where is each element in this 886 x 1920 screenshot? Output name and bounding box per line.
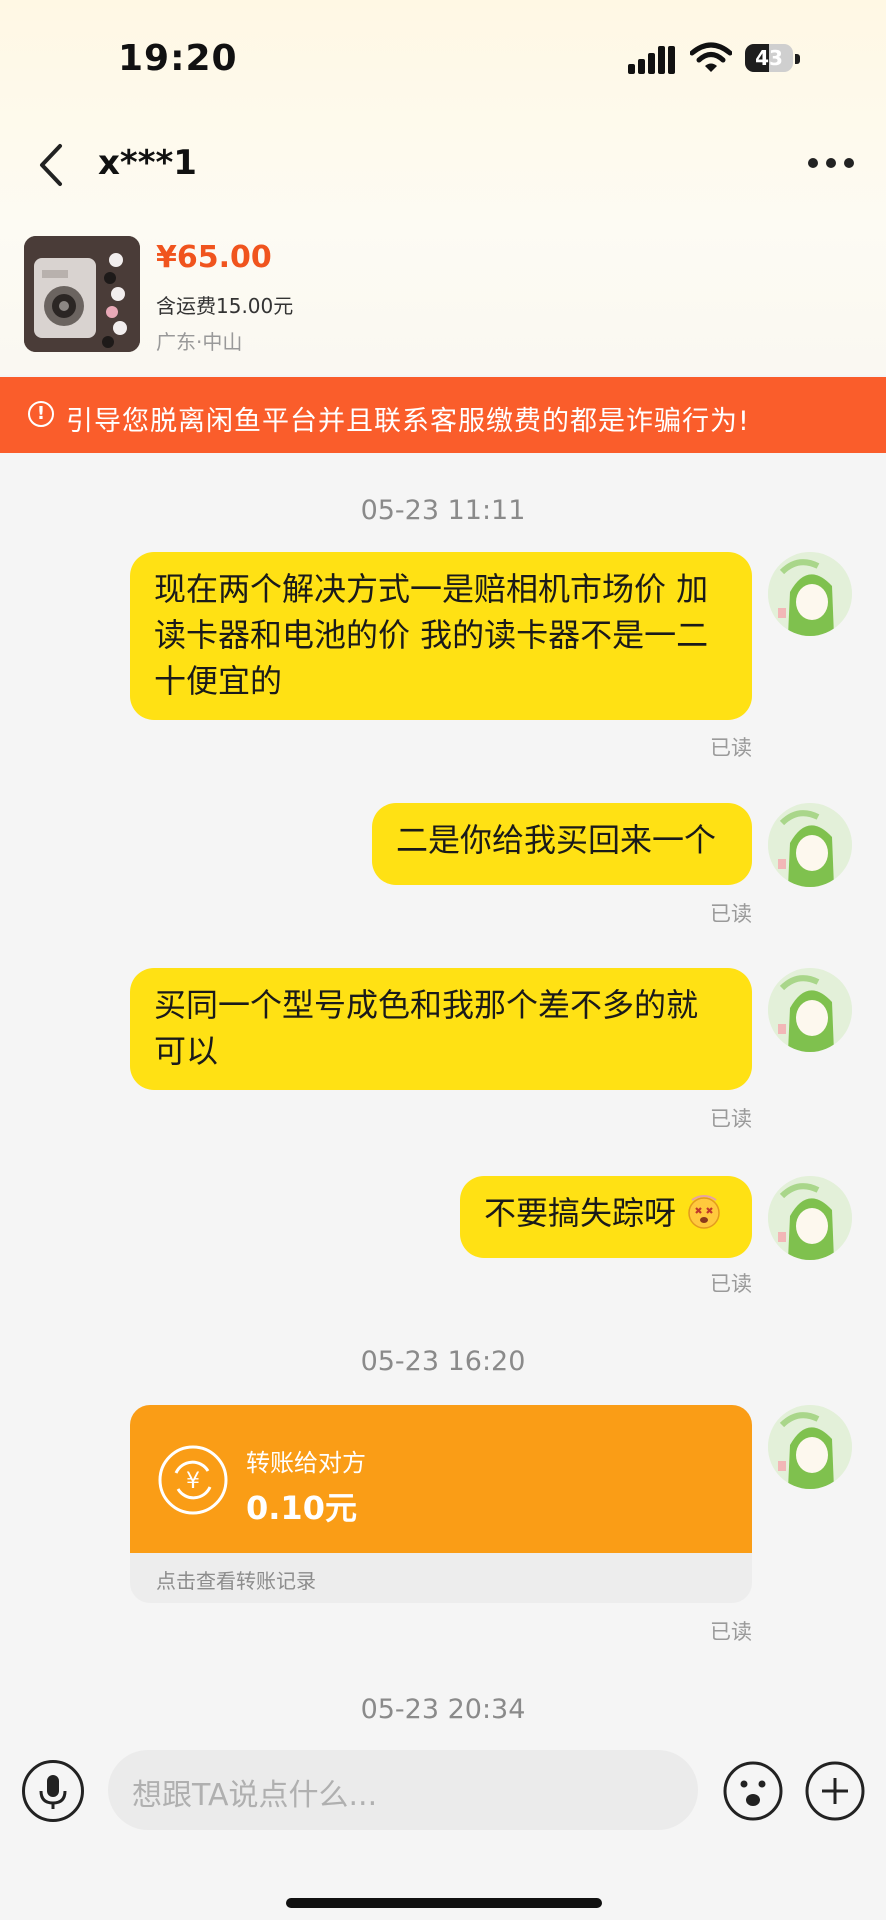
avatar[interactable]: [768, 968, 852, 1052]
transfer-record-link[interactable]: 点击查看转账记录: [156, 1565, 316, 1594]
add-icon[interactable]: [804, 1760, 866, 1822]
avatar[interactable]: [768, 552, 852, 636]
transfer-coin-icon: ¥: [158, 1445, 228, 1515]
product-location: 广东·中山: [156, 330, 243, 354]
home-indicator: [286, 1898, 602, 1908]
voice-input-button[interactable]: [22, 1760, 84, 1822]
avatar[interactable]: [768, 1176, 852, 1260]
cellular-signal-icon: [628, 46, 675, 74]
avatar[interactable]: [768, 1405, 852, 1489]
message-timestamp: 05-23 11:11: [360, 495, 526, 526]
chat-title: x***1: [98, 143, 197, 183]
message-timestamp: 05-23 16:20: [360, 1346, 526, 1377]
message-line: 买同一个型号成色和我那个差不多的就: [154, 986, 699, 1024]
message-line: 可以: [154, 1032, 219, 1070]
message-input[interactable]: 想跟TA说点什么...: [108, 1750, 698, 1830]
status-time: 19:20: [118, 38, 238, 79]
message-line: 不要搞失踪呀: [484, 1194, 677, 1232]
emoji-icon[interactable]: [722, 1760, 784, 1822]
warning-icon: !: [28, 401, 54, 427]
product-shipping: 含运费15.00元: [156, 294, 294, 318]
dizzy-face-emoji-icon: [688, 1195, 720, 1229]
message-line: 现在两个解决方式一是赔相机市场价 加: [154, 570, 709, 608]
wifi-icon: [690, 42, 732, 72]
message-input-placeholder: 想跟TA说点什么...: [132, 1778, 378, 1813]
message-line: 二是你给我买回来一个: [396, 821, 717, 859]
message-bubble[interactable]: 不要搞失踪呀: [460, 1176, 752, 1258]
battery-level: 43: [755, 46, 783, 70]
message-bubble[interactable]: 现在两个解决方式一是赔相机市场价 加 读卡器和电池的价 我的读卡器不是一二 十便…: [130, 552, 752, 720]
message-bubble[interactable]: 二是你给我买回来一个: [372, 803, 752, 885]
read-status: 已读: [710, 1620, 752, 1644]
message-timestamp: 05-23 20:34: [360, 1694, 526, 1725]
transfer-label: 转账给对方: [246, 1449, 366, 1477]
message-line: 读卡器和电池的价 我的读卡器不是一二: [154, 616, 709, 654]
status-bar: 19:20 43: [0, 0, 886, 120]
transfer-card[interactable]: ¥ 转账给对方 0.10元 点击查看转账记录: [130, 1405, 752, 1603]
read-status: 已读: [710, 902, 752, 926]
read-status: 已读: [710, 736, 752, 760]
back-icon[interactable]: [32, 140, 72, 190]
microphone-icon: [39, 1775, 67, 1809]
read-status: 已读: [710, 1107, 752, 1131]
read-status: 已读: [710, 1272, 752, 1296]
more-options-icon[interactable]: [808, 155, 856, 171]
fraud-warning-text: 引导您脱离闲鱼平台并且联系客服缴费的都是诈骗行为!: [66, 406, 750, 437]
transfer-amount: 0.10元: [246, 1489, 357, 1527]
message-line: 十便宜的: [154, 662, 283, 700]
fraud-warning-banner: ! 引导您脱离闲鱼平台并且联系客服缴费的都是诈骗行为!: [0, 377, 886, 453]
svg-text:¥: ¥: [186, 1469, 200, 1494]
product-thumbnail[interactable]: [24, 236, 140, 352]
avatar[interactable]: [768, 803, 852, 887]
product-price: ¥65.00: [156, 240, 272, 275]
battery-indicator: 43: [745, 44, 805, 74]
message-bubble[interactable]: 买同一个型号成色和我那个差不多的就 可以: [130, 968, 752, 1090]
